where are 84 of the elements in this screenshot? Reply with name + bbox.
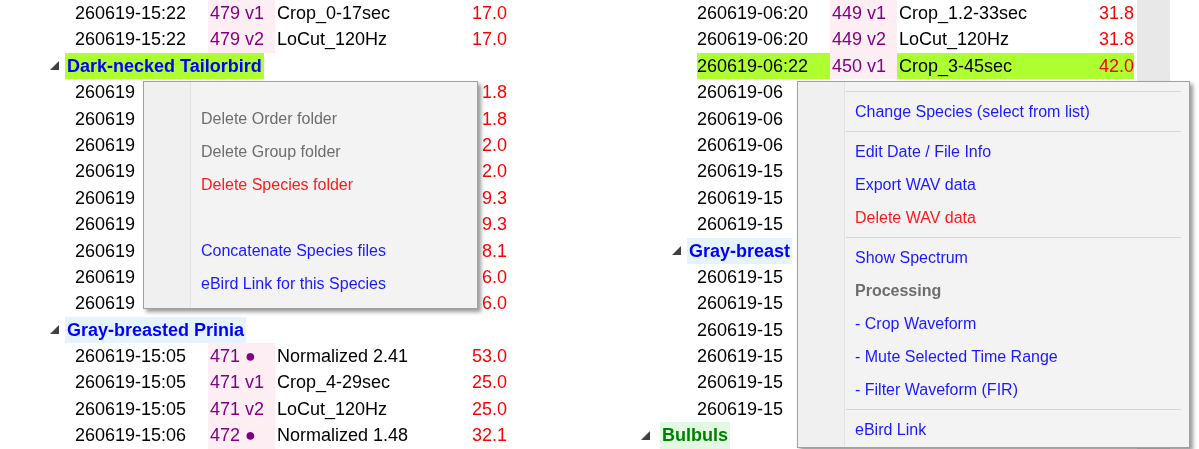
recording-date: 260619-15:05	[75, 371, 188, 395]
menu-item[interactable]: Show Spectrum	[798, 241, 1189, 274]
recording-value: 17.0	[471, 28, 507, 52]
recording-value: 1.8	[481, 81, 507, 105]
expand-triangle-icon[interactable]	[50, 325, 59, 335]
recording-date: 260619-06:20	[697, 2, 810, 25]
menu-item[interactable]: Edit Date / File Info	[798, 135, 1189, 168]
selected-row[interactable]: 260619-06:22 450 v1 Crop_3-45sec 42.0	[697, 52, 1134, 80]
recording-date: 260619-15:06	[75, 424, 188, 448]
recording-value: 17.0	[471, 2, 507, 25]
recording-date: 260619-06	[697, 133, 785, 157]
recording-date: 260619-15:05	[75, 345, 188, 369]
recording-name: LoCut_120Hz	[276, 397, 389, 422]
species-node[interactable]: Dark-necked Tailorbird	[65, 52, 264, 80]
recording-date: 260619-15	[697, 292, 785, 316]
menu-item[interactable]: Delete Species folder	[144, 168, 477, 201]
recording-value: 2.0	[481, 160, 507, 184]
recording-date: 260619-15	[697, 371, 785, 395]
recording-date: 260619-15	[697, 318, 785, 342]
recording-date: 260619	[75, 186, 137, 210]
recording-value: 1.8	[481, 107, 507, 131]
recording-value: 31.8	[1098, 2, 1134, 25]
menu-item[interactable]: - Mute Selected Time Range	[798, 340, 1189, 373]
recording-version: 471 v2	[208, 395, 275, 423]
recording-date: 260619	[75, 160, 137, 184]
expand-triangle-icon[interactable]	[50, 61, 59, 71]
recording-date: 260619-15:05	[75, 397, 188, 421]
menu-item[interactable]: Delete WAV data	[798, 201, 1189, 234]
recording-version: 479 v1	[208, 0, 275, 27]
recording-date: 260619-15	[697, 186, 785, 210]
menu-item[interactable]: eBird Link for this Species	[144, 267, 477, 300]
expand-triangle-icon[interactable]	[672, 246, 681, 256]
recording-date: 260619-15	[697, 160, 785, 184]
group-node[interactable]: Bulbuls	[660, 422, 730, 449]
recording-date: 260619-15:22	[75, 2, 188, 25]
recording-name: Crop_4-29sec	[276, 371, 392, 395]
recording-value: 25.0	[471, 371, 507, 395]
recording-date: 260619-15:22	[75, 28, 188, 52]
recording-name: Normalized 1.48	[276, 424, 410, 448]
recording-name: Crop_3-45sec	[898, 54, 1014, 79]
menu-item[interactable]: - Crop Waveform	[798, 307, 1189, 340]
menu-item[interactable]: eBird Link	[798, 413, 1189, 446]
recording-date: 260619	[75, 292, 137, 316]
expand-triangle-icon[interactable]	[641, 430, 650, 440]
species-node[interactable]: Gray-breasted Prinia	[65, 316, 247, 344]
recording-value: 9.3	[481, 213, 507, 237]
recording-date: 260619-15	[697, 345, 785, 369]
recording-name: LoCut_120Hz	[898, 28, 1011, 52]
recording-name: Normalized 2.41	[276, 345, 410, 369]
menu-item[interactable]: Export WAV data	[798, 168, 1189, 201]
menu-item[interactable]: - Filter Waveform (FIR)	[798, 373, 1189, 406]
recording-value: 6.0	[481, 265, 507, 289]
recording-value: 8.1	[481, 239, 507, 263]
recording-version: 479 v2	[208, 26, 275, 53]
recording-version: 471 ●	[208, 343, 275, 370]
menu-item[interactable]: Concatenate Species files	[144, 234, 477, 267]
recording-name: Crop_0-17sec	[276, 2, 392, 26]
recording-date: 260619-06	[697, 81, 785, 105]
recording-value: 9.3	[481, 186, 507, 210]
recording-date: 260619-15	[697, 265, 785, 289]
recording-name: Crop_1.2-33sec	[898, 2, 1029, 26]
recording-version: 449 v2	[830, 26, 897, 53]
recording-value: 32.1	[471, 424, 507, 448]
recording-value: 31.8	[1098, 28, 1134, 52]
recording-value: 2.0	[481, 133, 507, 157]
recording-version: 471 v1	[208, 369, 275, 396]
menu-heading: Processing	[854, 281, 943, 301]
recording-date: 260619	[75, 213, 137, 237]
recording-version: 472 ●	[208, 422, 275, 449]
recording-date: 260619-15	[697, 213, 785, 237]
recording-date: 260619-06:22	[697, 54, 810, 78]
species-node[interactable]: Gray-breast	[687, 237, 793, 264]
recording-value: 25.0	[471, 397, 507, 421]
recording-date: 260619-06:20	[697, 28, 810, 52]
recording-value: 42.0	[1098, 54, 1134, 78]
recording-date: 260619-15	[697, 397, 785, 421]
menu-item[interactable]: Change Species (select from list)	[798, 95, 1189, 128]
recording-date: 260619-06	[697, 107, 785, 131]
recording-name: LoCut_120Hz	[276, 28, 389, 52]
recording-date: 260619	[75, 81, 137, 105]
recording-value: 53.0	[471, 345, 507, 369]
recording-version: 449 v1	[830, 0, 897, 27]
recording-version: 450 v1	[830, 52, 897, 80]
recording-value: 6.0	[481, 292, 507, 316]
